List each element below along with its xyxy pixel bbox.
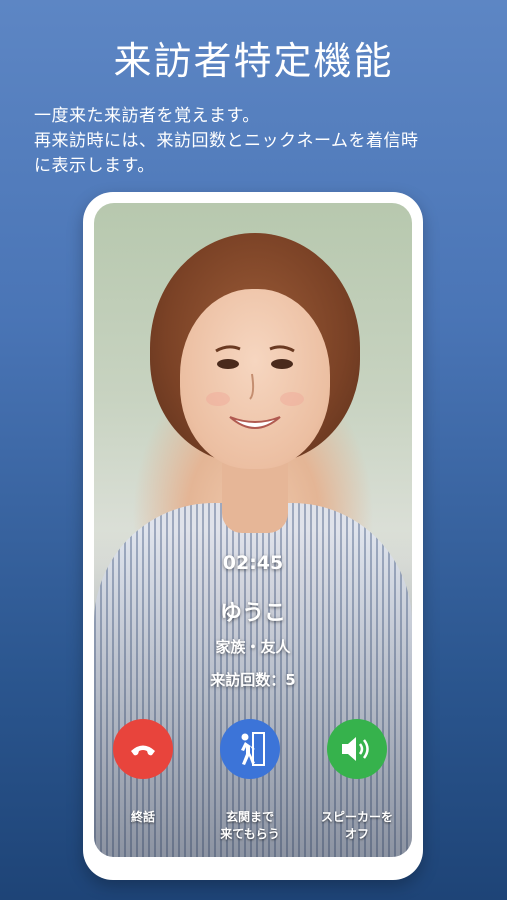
page-title: 来訪者特定機能 — [113, 39, 394, 83]
end-call-button[interactable] — [113, 719, 173, 779]
come-to-door-label: 玄関まで 来てもらう — [220, 810, 280, 841]
speaker-off-button[interactable] — [327, 719, 387, 779]
end-call-label: 終話 — [130, 810, 155, 824]
walk-to-door-icon — [241, 732, 265, 766]
visitor-relation: 家族・友人 — [215, 638, 291, 656]
feature-description: 一度来た来訪者を覚えます。 再来訪時には、来訪回数とニックネームを着信時 に表示… — [34, 104, 494, 179]
call-timer: 02:45 — [222, 552, 284, 574]
phone-mockup: 02:45 ゆうこ 家族・友人 来訪回数：5 終話 玄関まで 来てもらう スピー… — [83, 192, 423, 880]
phone-hangup-icon — [131, 745, 155, 756]
call-screen: 02:45 ゆうこ 家族・友人 来訪回数：5 終話 玄関まで 来てもらう スピー… — [94, 203, 412, 857]
speaker-icon — [342, 737, 369, 761]
visit-count: 来訪回数：5 — [210, 671, 296, 689]
description-line: 一度来た来訪者を覚えます。 — [34, 106, 260, 126]
speaker-off-label: スピーカーを オフ — [320, 810, 393, 841]
visitor-name: ゆうこ — [219, 601, 286, 626]
description-line: に表示します。 — [34, 156, 155, 176]
description-line: 再来訪時には、来訪回数とニックネームを着信時 — [34, 131, 419, 151]
come-to-door-button[interactable] — [220, 719, 280, 779]
